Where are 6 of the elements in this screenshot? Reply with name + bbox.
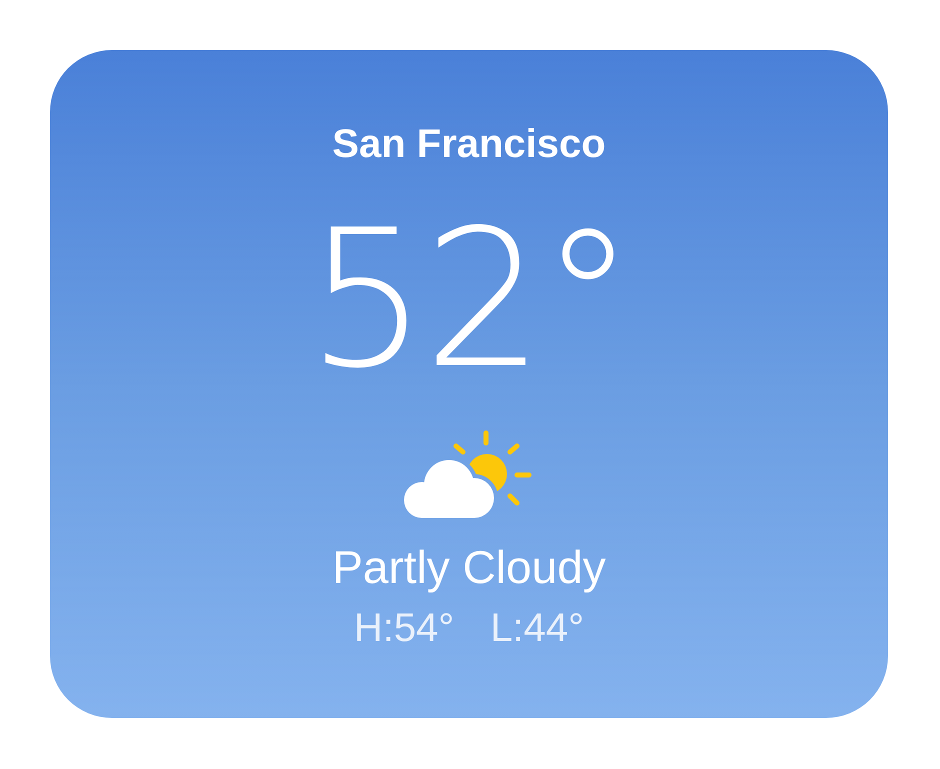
high-temperature: H:54° [354,605,454,652]
city-name: San Francisco [332,121,606,168]
condition-text: Partly Cloudy [332,540,606,595]
temperature: 52° [306,200,632,400]
low-temperature: L:44° [490,605,584,652]
sun-cloud-icon [404,430,534,520]
